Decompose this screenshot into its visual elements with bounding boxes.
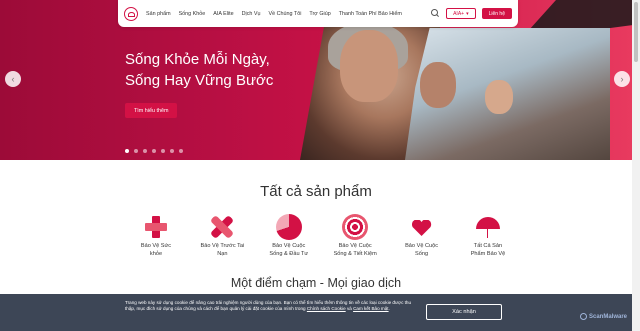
contact-button[interactable]: Liên hệ bbox=[481, 8, 512, 19]
learn-more-button[interactable]: Tìm hiểu thêm bbox=[125, 103, 178, 118]
product-life-investment[interactable]: Bảo Vệ Cuộc Sống & Đầu Tư bbox=[261, 214, 317, 258]
product-label: Bảo Vệ Cuộc Sống & Tiết Kiệm bbox=[333, 243, 377, 257]
aia-logo-icon[interactable] bbox=[124, 6, 138, 21]
nav-item-about-us[interactable]: Về Chúng Tôi bbox=[269, 11, 302, 17]
cookie-and: và bbox=[345, 306, 354, 311]
nav-item-premium-payment[interactable]: Thanh Toán Phí Bảo Hiểm bbox=[339, 11, 402, 17]
carousel-dot[interactable] bbox=[170, 149, 174, 153]
carousel-dot[interactable] bbox=[161, 149, 165, 153]
product-label: Bảo Vệ Trước Tai Nạn bbox=[200, 243, 245, 257]
top-navigation: Sản phẩm Sống Khỏe AIA Elite Dịch Vụ Về … bbox=[118, 0, 518, 27]
product-label: Bảo Vệ Cuộc Sống bbox=[405, 243, 439, 257]
cookie-message: Trang web này sử dụng cookie để nâng cao… bbox=[125, 300, 415, 312]
carousel-dot[interactable] bbox=[179, 149, 183, 153]
aia-plus-button[interactable]: AIA+ ▾ bbox=[446, 8, 476, 19]
product-label: Tất Cả Sản Phẩm Bảo Vệ bbox=[470, 243, 506, 257]
hero-photo-father-face bbox=[420, 62, 456, 108]
page: Sống Khỏe Mỗi Ngày, Sống Hay Vững Bước T… bbox=[0, 0, 640, 331]
product-health[interactable]: Bảo Vệ Sức khỏe bbox=[128, 214, 184, 258]
carousel-dot[interactable] bbox=[125, 149, 129, 153]
health-cross-icon bbox=[143, 214, 169, 240]
carousel-dot[interactable] bbox=[143, 149, 147, 153]
chevron-right-icon: › bbox=[620, 73, 624, 84]
cookie-accept-button[interactable]: Xác nhận bbox=[426, 304, 502, 320]
heart-icon bbox=[409, 214, 435, 240]
product-list: Bảo Vệ Sức khỏe Bảo Vệ Trước Tai Nạn Bảo… bbox=[128, 214, 516, 258]
watermark-text: ScanMalware bbox=[589, 313, 628, 320]
product-life-savings[interactable]: Bảo Vệ Cuộc Sống & Tiết Kiệm bbox=[327, 214, 383, 258]
product-all[interactable]: Tất Cả Sản Phẩm Bảo Vệ bbox=[460, 214, 516, 258]
product-accident[interactable]: Bảo Vệ Trước Tai Nạn bbox=[194, 214, 250, 258]
carousel-dots bbox=[125, 149, 183, 153]
watermark-logo-icon bbox=[580, 313, 587, 320]
hero-title: Sống Khỏe Mỗi Ngày, Sống Hay Vững Bước bbox=[125, 49, 273, 91]
watermark: ScanMalware bbox=[580, 313, 627, 320]
scrollbar-thumb[interactable] bbox=[634, 2, 638, 62]
transactions-section-title: Một điểm chạm - Mọi giao dịch bbox=[230, 276, 402, 290]
nav-item-products[interactable]: Sản phẩm bbox=[146, 11, 171, 17]
product-label: Bảo Vệ Sức khỏe bbox=[140, 243, 172, 257]
umbrella-icon bbox=[475, 214, 501, 240]
target-icon bbox=[342, 214, 369, 240]
nav-item-healthy-living[interactable]: Sống Khỏe bbox=[179, 11, 206, 17]
search-icon[interactable] bbox=[431, 9, 440, 18]
bandage-icon bbox=[209, 214, 235, 240]
privacy-policy-link[interactable]: Cam kết Bảo mật bbox=[353, 306, 389, 311]
hero-title-line2: Sống Hay Vững Bước bbox=[125, 72, 274, 89]
products-section-title: Tất cả sản phẩm bbox=[260, 183, 372, 200]
hero-photo-face bbox=[340, 30, 398, 102]
chevron-down-icon: ▾ bbox=[466, 10, 469, 17]
product-label: Bảo Vệ Cuộc Sống & Đầu Tư bbox=[269, 243, 309, 257]
carousel-dot[interactable] bbox=[152, 149, 156, 153]
cookie-banner: Trang web này sử dụng cookie để nâng cao… bbox=[0, 294, 632, 331]
nav-item-services[interactable]: Dịch Vụ bbox=[242, 11, 261, 17]
hero-title-line1: Sống Khỏe Mỗi Ngày, bbox=[125, 51, 270, 68]
aia-plus-label: AIA+ bbox=[453, 10, 465, 17]
carousel-prev-button[interactable]: ‹ bbox=[5, 71, 21, 87]
carousel-dot[interactable] bbox=[134, 149, 138, 153]
nav-item-aia-elite[interactable]: AIA Elite bbox=[213, 11, 233, 17]
header-actions: AIA+ ▾ Liên hệ bbox=[431, 8, 512, 19]
main-nav: Sản phẩm Sống Khỏe AIA Elite Dịch Vụ Về … bbox=[146, 11, 402, 17]
chevron-left-icon: ‹ bbox=[11, 73, 15, 84]
hero-photo-child-face bbox=[485, 80, 513, 114]
cookie-policy-link[interactable]: Chính sách Cookie bbox=[307, 306, 346, 311]
product-life[interactable]: Bảo Vệ Cuộc Sống bbox=[394, 214, 450, 258]
nav-item-help[interactable]: Trợ Giúp bbox=[309, 11, 330, 17]
cookie-end: . bbox=[388, 306, 390, 311]
carousel-next-button[interactable]: › bbox=[614, 71, 630, 87]
pie-chart-icon bbox=[275, 214, 302, 240]
